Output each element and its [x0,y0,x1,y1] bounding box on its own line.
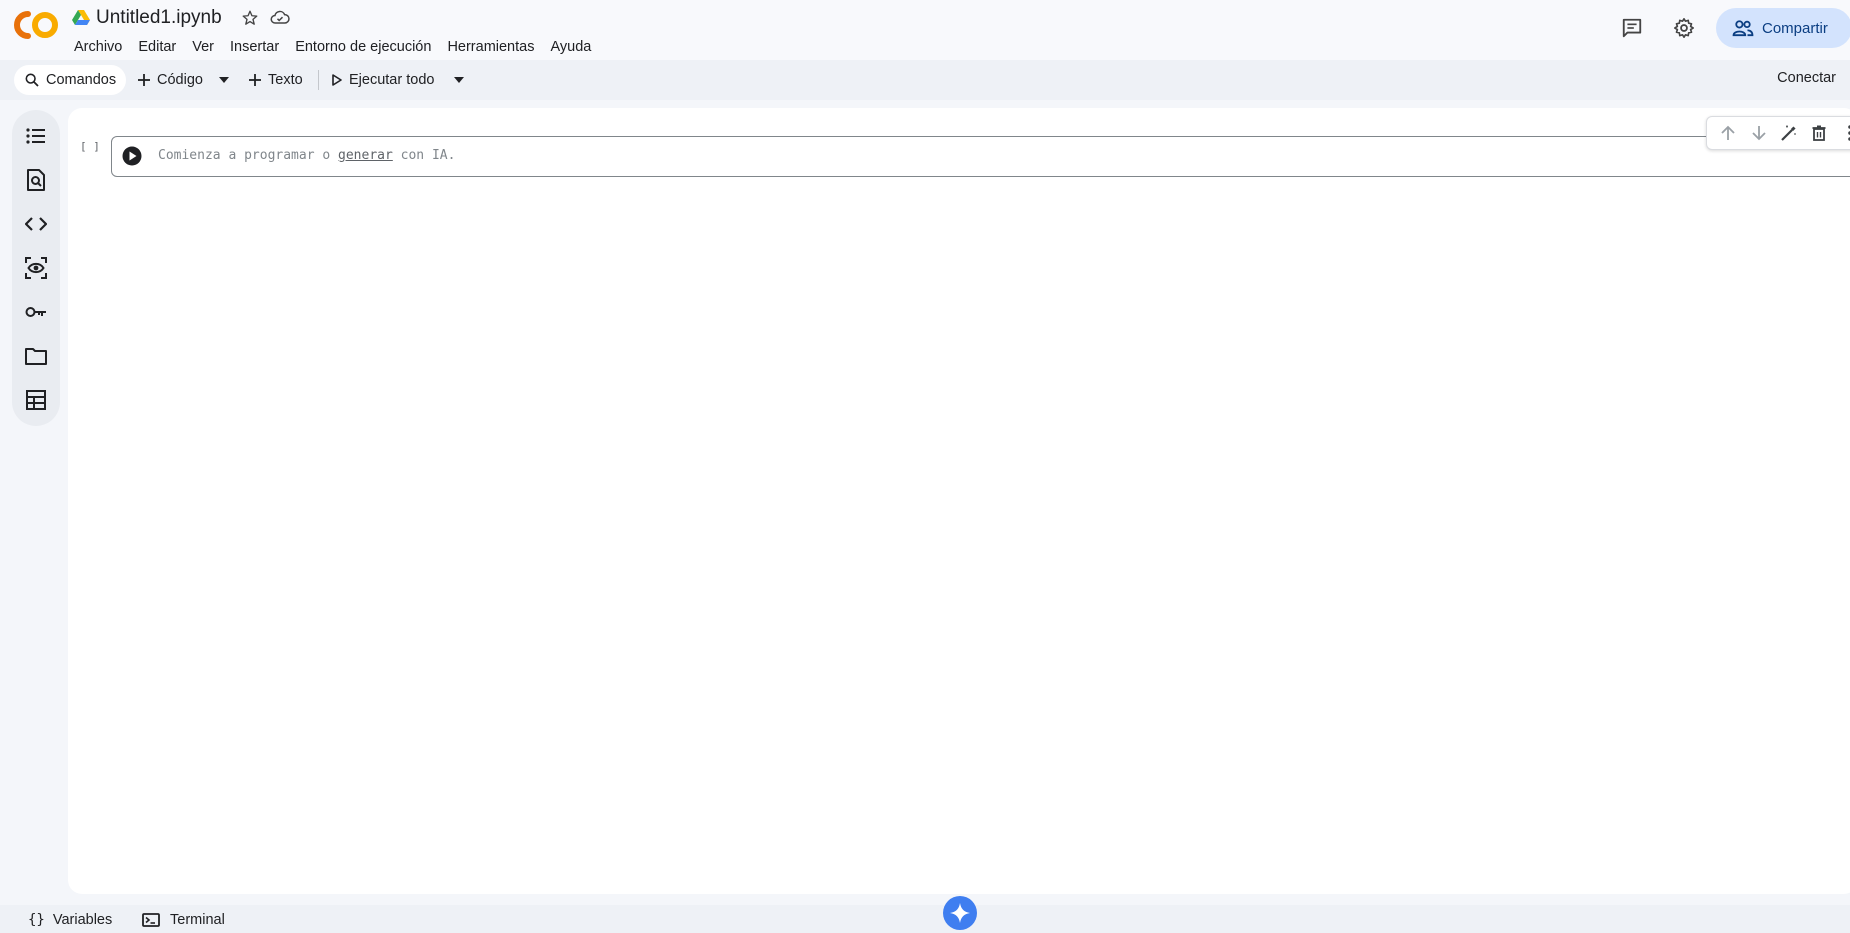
plus-icon [138,74,150,86]
header-actions: Compartir [1612,8,1850,48]
colab-logo-icon[interactable] [14,8,60,42]
magic-pencil-icon [1781,125,1797,141]
arrow-down-icon [1751,126,1766,141]
menu-editar[interactable]: Editar [130,37,184,57]
gear-icon [1674,18,1694,38]
caret-down-icon [454,77,464,83]
move-cell-down-button[interactable] [1743,119,1773,147]
share-button[interactable]: Compartir [1716,8,1850,48]
sparkle-icon [950,903,970,923]
variables-button[interactable]: {} Variables [28,910,112,930]
cell-placeholder[interactable]: Comienza a programar o generar con IA. [158,148,455,163]
menu-insertar[interactable]: Insertar [222,37,287,57]
terminal-button[interactable]: Terminal [142,910,225,930]
share-label: Compartir [1762,19,1828,37]
variables-label: Variables [52,912,113,928]
add-code-button[interactable]: Código [137,70,203,90]
terminal-label: Terminal [170,912,225,928]
connect-button[interactable]: Conectar [1777,70,1836,86]
commands-label: Comandos [46,72,117,88]
trash-icon [1812,125,1826,141]
generate-with-ai-link[interactable]: generar [338,148,393,163]
delete-cell-button[interactable] [1804,119,1834,147]
menu-herramientas[interactable]: Herramientas [439,37,542,57]
run-all-button[interactable]: Ejecutar todo [332,70,434,90]
data-table-icon[interactable] [24,388,48,412]
comments-button[interactable] [1612,8,1652,48]
placeholder-text-start: Comienza a programar o [158,148,339,163]
run-all-dropdown[interactable] [454,70,464,90]
menu-archivo[interactable]: Archivo [66,37,130,57]
notebook-toolbar: Comandos Código Texto Ejecutar todo Cone… [0,60,1850,100]
search-icon [25,73,39,87]
move-cell-up-button[interactable] [1713,119,1743,147]
menu-bar: Archivo Editar Ver Insertar Entorno de e… [66,37,599,57]
run-cell-button[interactable] [122,146,142,166]
cloud-saved-icon[interactable] [270,8,290,28]
notebook-area[interactable] [68,108,1850,894]
star-icon[interactable] [240,8,260,28]
edit-cell-ai-button[interactable] [1774,119,1804,147]
more-options-button[interactable] [1835,119,1850,147]
files-folder-icon[interactable] [24,344,48,368]
code-cell[interactable]: Comienza a programar o generar con IA. [111,136,1850,177]
plus-icon [249,74,261,86]
secrets-key-icon[interactable] [24,300,48,324]
menu-entorno-ejecucion[interactable]: Entorno de ejecución [287,37,439,57]
toolbar-divider [318,70,319,90]
left-sidebar [12,110,60,426]
bottom-bar: {} Variables Terminal [0,905,1850,933]
comment-icon [1622,18,1642,38]
find-replace-icon[interactable] [24,168,48,192]
menu-ver[interactable]: Ver [184,37,222,57]
run-all-label: Ejecutar todo [349,72,435,88]
gemini-button[interactable] [943,896,977,930]
top-bar: Untitled1.ipynb Archivo Editar Ver Inser… [0,0,1850,60]
add-text-button[interactable]: Texto [248,70,303,90]
variables-inspector-icon[interactable] [24,256,48,280]
settings-button[interactable] [1664,8,1704,48]
add-text-label: Texto [268,72,303,88]
table-of-contents-icon[interactable] [24,124,48,148]
cell-toolbar [1706,116,1850,150]
google-drive-icon[interactable] [72,10,90,26]
curly-braces-icon: {} [28,912,45,928]
play-outline-icon [332,74,342,86]
cell-execution-count: [ ] [80,140,100,153]
commands-button[interactable]: Comandos [14,65,126,95]
people-icon [1732,20,1754,37]
terminal-icon [142,913,160,927]
menu-ayuda[interactable]: Ayuda [542,37,599,57]
add-code-label: Código [157,72,203,88]
add-code-dropdown[interactable] [219,70,229,90]
notebook-title[interactable]: Untitled1.ipynb [96,7,222,29]
code-snippets-icon[interactable] [24,212,48,236]
caret-down-icon [219,77,229,83]
arrow-up-icon [1721,125,1735,140]
title-row: Untitled1.ipynb [72,6,300,30]
placeholder-text-end: con IA. [392,148,456,163]
